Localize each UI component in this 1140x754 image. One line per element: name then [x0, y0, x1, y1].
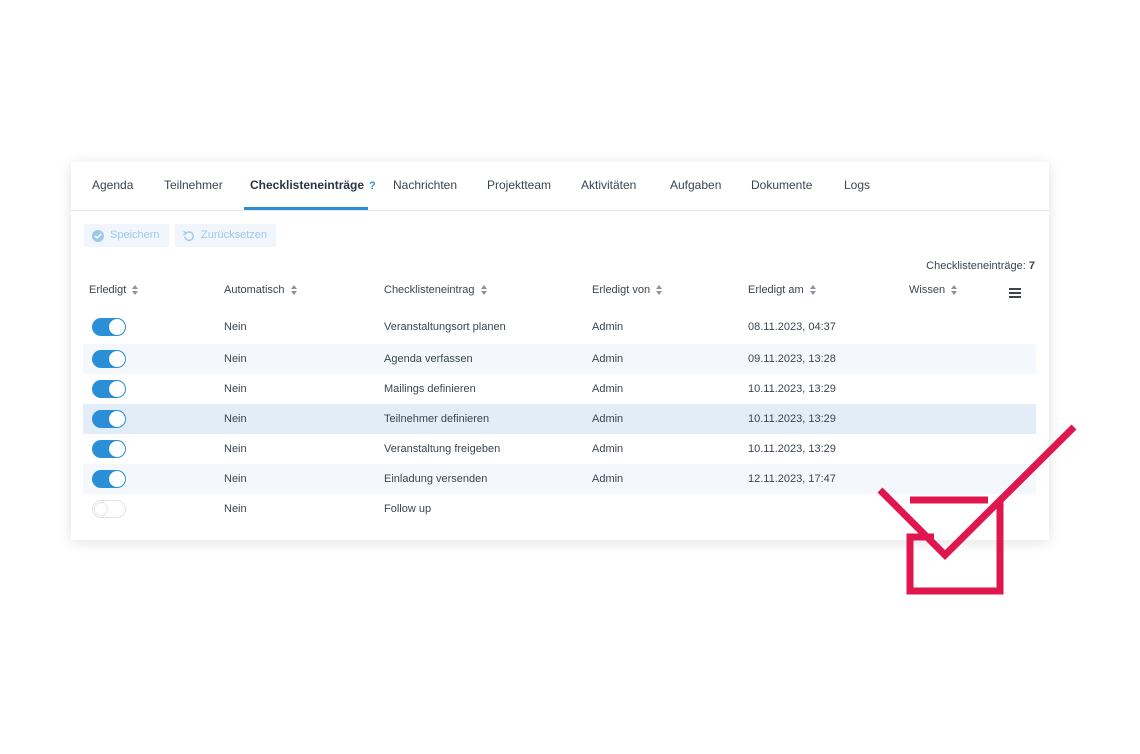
entry-count: Checklisteneinträge: 7 [926, 260, 1035, 272]
done-toggle[interactable] [92, 380, 126, 398]
tab-label: Agenda [92, 178, 134, 192]
done-by-cell: Admin [592, 473, 624, 485]
table-row: Nein Agenda verfassen Admin 09.11.2023, … [83, 344, 1036, 374]
tab-label: Aufgaben [670, 178, 722, 192]
entry-cell: Einladung versenden [384, 473, 488, 485]
entry-cell: Teilnehmer definieren [384, 413, 490, 425]
done-by-cell: Admin [592, 353, 624, 365]
entry-cell: Agenda verfassen [384, 353, 473, 365]
done-by-cell: Admin [592, 413, 624, 425]
tab-checklisteneintraege[interactable]: Checklisteneinträge? [250, 162, 376, 210]
sort-icon[interactable] [132, 285, 139, 295]
save-button[interactable]: Speichern [84, 224, 169, 247]
sort-icon[interactable] [951, 285, 958, 295]
done-toggle[interactable] [92, 318, 126, 336]
entry-cell: Veranstaltung freigeben [384, 443, 501, 455]
done-at-cell: 10.11.2023, 13:29 [748, 413, 836, 425]
column-header-entry[interactable]: Checklisteneintrag [384, 284, 488, 296]
automatic-cell: Nein [224, 413, 247, 425]
column-label: Wissen [909, 284, 946, 296]
tab-aktivitaeten[interactable]: Aktivitäten [581, 162, 636, 210]
tab-dokumente[interactable]: Dokumente [751, 162, 812, 210]
table-header: Erledigt Automatisch Checklisteneintrag … [71, 284, 1049, 302]
column-label: Checklisteneintrag [384, 284, 475, 296]
sort-icon[interactable] [290, 285, 298, 295]
help-icon[interactable]: ? [369, 180, 376, 192]
tab-nachrichten[interactable]: Nachrichten [393, 162, 457, 210]
table-row: Nein Veranstaltungsort planen Admin 08.1… [83, 310, 1036, 344]
done-at-cell: 12.11.2023, 17:47 [748, 473, 836, 485]
tab-bar: Agenda Teilnehmer Checklisteneinträge? N… [71, 162, 1049, 211]
column-header-knowledge[interactable]: Wissen [909, 284, 958, 296]
entry-cell: Veranstaltungsort planen [384, 321, 506, 333]
entry-count-label: Checklisteneinträge: [926, 260, 1026, 272]
sort-icon[interactable] [809, 285, 817, 295]
column-header-done-by[interactable]: Erledigt von [592, 284, 663, 296]
done-toggle[interactable] [92, 500, 126, 518]
done-toggle[interactable] [92, 410, 126, 428]
done-at-cell: 08.11.2023, 04:37 [748, 321, 836, 333]
automatic-cell: Nein [224, 443, 247, 455]
tab-label: Teilnehmer [164, 178, 223, 192]
tab-projektteam[interactable]: Projektteam [487, 162, 551, 210]
tab-label: Checklisteneinträge [250, 178, 365, 192]
done-at-cell: 10.11.2023, 13:29 [748, 443, 836, 455]
done-at-cell: 09.11.2023, 13:28 [748, 353, 836, 365]
undo-icon [183, 230, 194, 241]
tab-label: Nachrichten [393, 178, 458, 192]
reset-label: Zurücksetzen [201, 229, 268, 241]
tab-label: Dokumente [751, 178, 813, 192]
done-toggle[interactable] [92, 350, 126, 368]
tab-label: Projektteam [487, 178, 552, 192]
done-by-cell: Admin [592, 321, 624, 333]
automatic-cell: Nein [224, 383, 247, 395]
save-label: Speichern [110, 229, 160, 241]
column-header-done[interactable]: Erledigt [89, 284, 139, 296]
table-row: Nein Mailings definieren Admin 10.11.202… [83, 374, 1036, 404]
sort-icon[interactable] [480, 285, 488, 295]
done-toggle[interactable] [92, 440, 126, 458]
entry-cell: Mailings definieren [384, 383, 476, 395]
column-label: Erledigt [89, 284, 127, 296]
done-at-cell: 10.11.2023, 13:29 [748, 383, 836, 395]
sort-icon[interactable] [656, 285, 663, 295]
column-header-automatic[interactable]: Automatisch [224, 284, 298, 296]
done-toggle[interactable] [92, 470, 126, 488]
tab-label: Logs [844, 178, 871, 192]
tab-aufgaben[interactable]: Aufgaben [670, 162, 721, 210]
automatic-cell: Nein [224, 503, 247, 515]
automatic-cell: Nein [224, 473, 247, 485]
tab-agenda[interactable]: Agenda [92, 162, 133, 210]
column-header-done-at[interactable]: Erledigt am [748, 284, 817, 296]
entry-count-value: 7 [1028, 260, 1035, 272]
automatic-cell: Nein [224, 321, 247, 333]
entry-cell: Follow up [384, 503, 432, 515]
hamburger-menu-icon[interactable] [1009, 288, 1021, 298]
active-tab-indicator [244, 207, 368, 210]
column-label: Erledigt am [748, 284, 804, 296]
automatic-cell: Nein [224, 353, 247, 365]
tab-teilnehmer[interactable]: Teilnehmer [164, 162, 223, 210]
reset-button[interactable]: Zurücksetzen [175, 224, 277, 247]
done-by-cell: Admin [592, 443, 624, 455]
checkbox-checkmark-icon [877, 424, 1077, 595]
column-label: Automatisch [224, 284, 285, 296]
check-circle-icon [92, 229, 104, 242]
column-label: Erledigt von [592, 284, 651, 296]
done-by-cell: Admin [592, 383, 624, 395]
tab-label: Aktivitäten [581, 178, 637, 192]
tab-logs[interactable]: Logs [844, 162, 870, 210]
